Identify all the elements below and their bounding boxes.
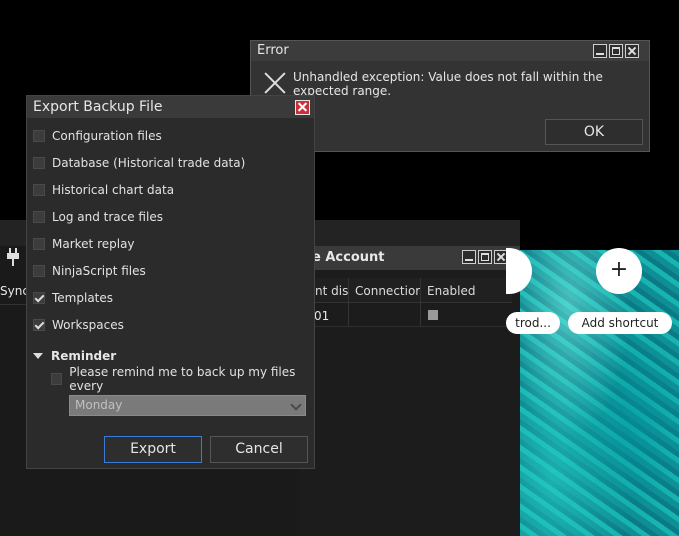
close-icon[interactable] [295, 100, 310, 115]
checkbox[interactable] [33, 211, 45, 223]
desktop-wallpaper [520, 250, 679, 536]
ok-button[interactable]: OK [545, 119, 643, 145]
day-select-value: Monday [75, 398, 123, 412]
option-log-and-trace-files[interactable]: Log and trace files [33, 208, 163, 226]
checkbox[interactable] [33, 238, 45, 250]
checkbox[interactable] [33, 157, 45, 169]
checkbox[interactable] [33, 265, 45, 277]
option-historical-chart-data[interactable]: Historical chart data [33, 181, 174, 199]
minimize-icon[interactable] [593, 44, 607, 58]
option-label: Database (Historical trade data) [52, 156, 246, 170]
checkbox[interactable] [33, 184, 45, 196]
column-header-enabled[interactable]: Enabled [427, 284, 476, 298]
option-label: Workspaces [52, 318, 124, 332]
plug-icon[interactable] [6, 248, 20, 266]
account-window-titlebar[interactable]: e Account [300, 246, 520, 270]
add-shortcut-icon[interactable]: + [596, 248, 642, 294]
chevron-down-icon [33, 353, 43, 359]
error-x-icon [263, 71, 287, 95]
option-label: NinjaScript files [52, 264, 146, 278]
enabled-checkbox[interactable] [428, 310, 438, 320]
option-ninjascript-files[interactable]: NinjaScript files [33, 262, 146, 280]
reminder-expander[interactable]: Reminder [33, 349, 116, 363]
sync-column-header: Sync [0, 284, 29, 298]
column-header-account-display[interactable]: nt dis [315, 284, 348, 298]
option-templates[interactable]: Templates [33, 289, 113, 307]
option-database[interactable]: Database (Historical trade data) [33, 154, 245, 172]
export-dialog-title: Export Backup File [33, 99, 163, 115]
minimize-icon[interactable] [462, 250, 476, 264]
chevron-down-icon [290, 399, 302, 411]
introduction-shortcut-label[interactable]: trod... [506, 312, 560, 334]
option-workspaces[interactable]: Workspaces [33, 316, 124, 334]
close-icon[interactable] [625, 44, 639, 58]
maximize-icon[interactable] [478, 250, 492, 264]
error-message: Unhandled exception: Value does not fall… [293, 70, 603, 98]
option-market-replay[interactable]: Market replay [33, 235, 135, 253]
option-label: Configuration files [52, 129, 162, 143]
reminder-label: Please remind me to back up my files eve… [69, 365, 296, 393]
option-label: Market replay [52, 237, 135, 251]
option-label: Log and trace files [52, 210, 163, 224]
checkbox-checked[interactable] [33, 319, 45, 331]
export-backup-dialog: Export Backup File Configuration files D… [26, 95, 315, 469]
column-header-connection[interactable]: Connectior [355, 284, 420, 298]
checkbox[interactable] [51, 373, 63, 385]
divider [300, 326, 512, 327]
checkbox-checked[interactable] [33, 292, 45, 304]
account-window-title: e Account [312, 250, 385, 265]
error-dialog-titlebar[interactable]: Error [251, 41, 649, 61]
day-select[interactable]: Monday [69, 395, 306, 416]
checkbox[interactable] [33, 130, 45, 142]
option-label: Templates [52, 291, 114, 305]
error-dialog-title: Error [257, 43, 289, 58]
option-label: Historical chart data [52, 183, 175, 197]
column-divider [420, 278, 421, 326]
cancel-button[interactable]: Cancel [210, 436, 308, 463]
account-cell: 01 [314, 309, 330, 323]
reminder-heading: Reminder [51, 349, 117, 363]
export-dialog-titlebar[interactable]: Export Backup File [27, 96, 314, 118]
column-divider [348, 278, 349, 326]
maximize-icon[interactable] [609, 44, 623, 58]
reminder-option[interactable]: Please remind me to back up my files eve… [51, 365, 314, 393]
export-button[interactable]: Export [104, 436, 202, 463]
add-shortcut-label[interactable]: Add shortcut [568, 312, 672, 334]
option-configuration-files[interactable]: Configuration files [33, 127, 162, 145]
